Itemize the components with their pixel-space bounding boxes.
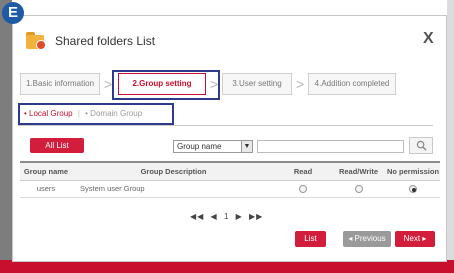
chevron-right-icon: > bbox=[296, 76, 305, 92]
column-header-read-write: Read/Write bbox=[331, 161, 386, 181]
tab-separator: | bbox=[77, 109, 80, 118]
last-page-icon[interactable]: ▶▶ bbox=[249, 212, 263, 221]
dropdown-arrow-icon: ▼ bbox=[241, 141, 252, 152]
group-type-tabs: • Local Group | • Domain Group bbox=[18, 103, 174, 125]
tabs-divider bbox=[18, 125, 433, 126]
search-icon bbox=[416, 140, 427, 151]
group-description-cell: System user Group bbox=[72, 180, 275, 198]
chevron-right-icon: > bbox=[104, 76, 113, 92]
column-header-read: Read bbox=[275, 161, 331, 181]
search-input[interactable] bbox=[257, 140, 404, 153]
group-name-cell: users bbox=[20, 180, 72, 198]
step-basic-information[interactable]: 1.Basic information bbox=[20, 73, 100, 95]
all-list-button[interactable]: All List bbox=[30, 138, 84, 153]
search-button[interactable] bbox=[409, 137, 433, 154]
step-user-setting[interactable]: 3.User setting bbox=[222, 73, 292, 95]
column-header-group-description: Group Description bbox=[72, 161, 275, 181]
read-write-radio[interactable] bbox=[354, 185, 363, 193]
first-page-icon[interactable]: ◀◀ bbox=[190, 212, 204, 221]
step-addition-completed[interactable]: 4.Addition completed bbox=[308, 73, 396, 95]
highlight-group-setting bbox=[112, 70, 220, 100]
background-right bbox=[447, 0, 454, 273]
column-header-no-permission: No permission bbox=[386, 161, 440, 181]
page-number[interactable]: 1 bbox=[224, 212, 229, 221]
tab-local-group[interactable]: • Local Group bbox=[24, 109, 73, 118]
no-permission-radio[interactable] bbox=[409, 185, 417, 193]
dialog-title: Shared folders List bbox=[55, 34, 156, 48]
list-button[interactable]: List bbox=[295, 231, 326, 247]
group-table: Group name Group Description Read Read/W… bbox=[20, 161, 440, 198]
column-header-group-name: Group name bbox=[20, 161, 72, 181]
prev-page-icon[interactable]: ◀ bbox=[211, 212, 218, 221]
dialog-header: Shared folders List bbox=[25, 30, 155, 52]
background-left bbox=[0, 0, 12, 273]
close-icon[interactable]: X bbox=[423, 30, 434, 48]
next-button[interactable]: Next ▸ bbox=[395, 231, 435, 247]
previous-button[interactable]: ◂ Previous bbox=[343, 231, 391, 247]
shared-folder-icon bbox=[25, 31, 49, 51]
search-field-select[interactable]: Group name ▼ bbox=[173, 140, 253, 153]
pagination: ◀◀ ◀ 1 ▶ ▶▶ bbox=[190, 212, 266, 221]
next-page-icon[interactable]: ▶ bbox=[236, 212, 243, 221]
table-row: users System user Group bbox=[20, 180, 440, 198]
select-value: Group name bbox=[177, 142, 222, 151]
step-badge: E bbox=[2, 2, 24, 24]
read-radio[interactable] bbox=[299, 185, 307, 193]
tab-domain-group[interactable]: • Domain Group bbox=[85, 109, 142, 118]
